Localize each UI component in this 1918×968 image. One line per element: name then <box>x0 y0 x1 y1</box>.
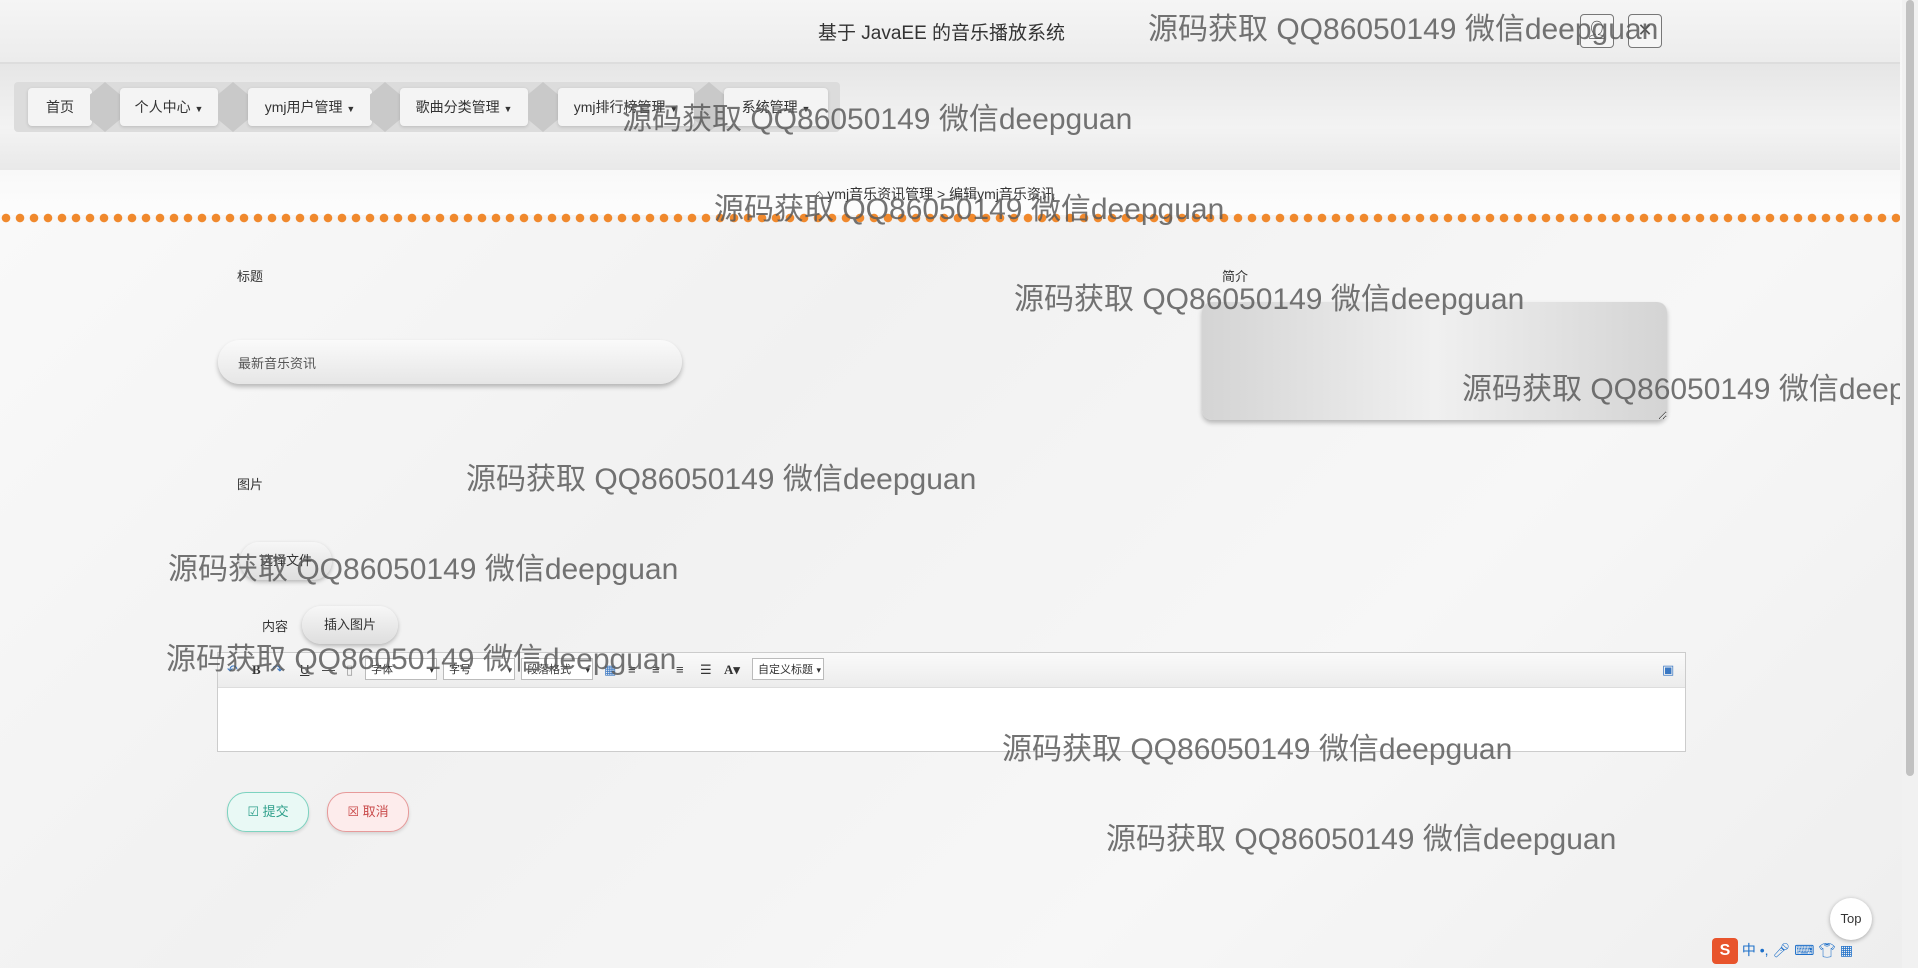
nav-home[interactable]: 首页 <box>28 88 92 126</box>
nav-personal-center[interactable]: 个人中心 ▼ <box>120 88 218 126</box>
skin-icon[interactable]: 👕︎ <box>1818 942 1836 958</box>
nav-personal-center-label: 个人中心 <box>134 99 191 115</box>
back-to-top-button[interactable]: Top <box>1830 898 1872 940</box>
x-square-icon: ☒ <box>347 804 359 819</box>
watermark: 源码获取 QQ86050149 微信deepguan <box>1106 823 1617 856</box>
nav-user-manage-label: ymj用户管理 <box>264 99 343 115</box>
justify-icon[interactable]: ☰ <box>700 662 712 678</box>
punctuation-icon[interactable]: •, <box>1760 942 1769 958</box>
caret-down-icon: ▼ <box>194 104 204 114</box>
watermark: 源码获取 QQ86050149 微信deepguan <box>466 463 977 496</box>
nav-category-manage[interactable]: 歌曲分类管理 ▼ <box>400 88 528 126</box>
ime-logo-icon[interactable]: S <box>1712 938 1738 964</box>
ime-lang[interactable]: 中 <box>1742 942 1756 958</box>
cancel-label: 取消 <box>362 804 389 819</box>
nav-category-manage-label: 歌曲分类管理 <box>415 99 500 115</box>
watermark: 源码获取 QQ86050149 微信deepguan <box>1462 373 1900 406</box>
check-square-icon: ☑ <box>247 804 259 819</box>
content-label: 内容 <box>262 619 289 634</box>
ime-toolbar[interactable]: S 中 •, 🎤︎ ⌨ 👕︎ ▦ <box>1712 938 1853 968</box>
caret-down-icon: ▼ <box>346 104 356 114</box>
cancel-button[interactable]: ☒ 取消 <box>327 792 409 832</box>
microphone-icon[interactable]: 🎤︎ <box>1772 942 1790 958</box>
grid-icon[interactable]: ▦ <box>1840 942 1853 958</box>
title-input[interactable] <box>218 340 682 384</box>
watermark: 源码获取 QQ86050149 微信deepguan <box>166 643 677 676</box>
fullscreen-icon[interactable]: ▣ <box>1662 662 1674 678</box>
align-right-icon[interactable]: ≡ <box>676 662 684 677</box>
watermark: 源码获取 QQ86050149 微信deepguan <box>1148 13 1659 46</box>
watermark: 源码获取 QQ86050149 微信deepguan <box>1002 733 1513 766</box>
image-label: 图片 <box>237 477 264 492</box>
submit-button[interactable]: ☑ 提交 <box>227 792 309 832</box>
keyboard-icon[interactable]: ⌨ <box>1794 942 1814 958</box>
submit-label: 提交 <box>262 804 289 819</box>
watermark: 源码获取 QQ86050149 微信deepguan <box>622 103 1133 136</box>
title-label: 标题 <box>237 269 264 284</box>
caret-down-icon: ▼ <box>503 104 513 114</box>
font-color-icon[interactable]: A▾ <box>724 662 740 678</box>
watermark-clip: 源码获取 QQ86050149 微信deepguan <box>1462 364 1900 408</box>
nav-user-manage[interactable]: ymj用户管理 ▼ <box>248 88 372 126</box>
site-title: 基于 JavaEE 的音乐播放系统 <box>818 23 1066 44</box>
watermark: 源码获取 QQ86050149 微信deepguan <box>168 553 679 586</box>
nav-home-label: 首页 <box>46 99 74 115</box>
watermark: 源码获取 QQ86050149 微信deepguan <box>714 193 1225 226</box>
watermark: 源码获取 QQ86050149 微信deepguan <box>1014 283 1525 316</box>
custom-title-select[interactable]: 自定义标题 <box>752 658 824 681</box>
scrollbar-thumb[interactable] <box>1906 0 1914 776</box>
